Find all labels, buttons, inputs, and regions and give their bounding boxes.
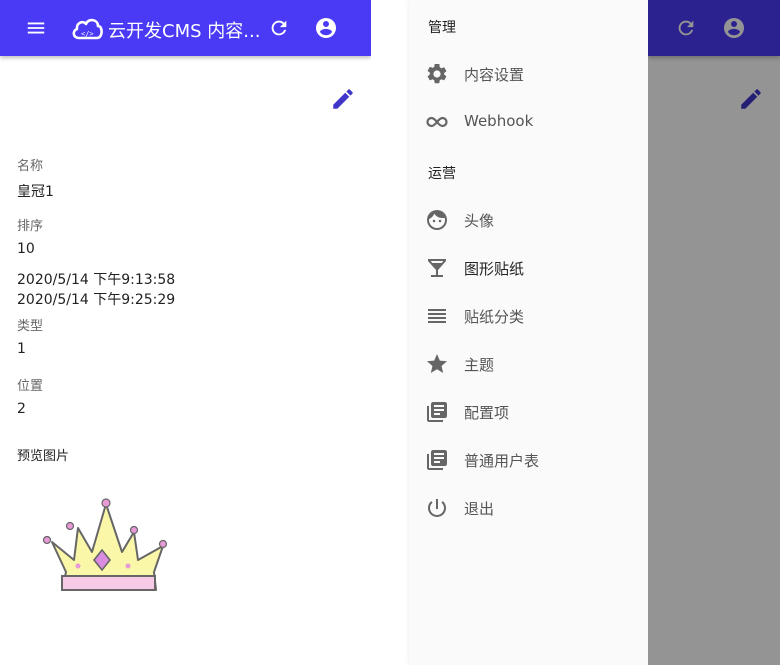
drawer-item-label: 主题 (464, 356, 495, 374)
power-icon (428, 499, 446, 517)
pencil-icon (741, 89, 761, 109)
drawer-item-theme[interactable]: 主题 (409, 340, 648, 388)
refresh-icon (678, 20, 694, 36)
cloud-logo-icon: </> (72, 18, 103, 40)
field-value-position: 2 (17, 401, 26, 417)
infinity-icon (426, 116, 448, 128)
pencil-icon (333, 89, 353, 109)
drawer-item-label: 内容设置 (464, 66, 525, 84)
drawer-item-graphic-stickers[interactable]: 图形贴纸 (409, 244, 648, 292)
account-circle-icon (724, 18, 744, 38)
account-button-background (718, 12, 750, 44)
field-label-position: 位置 (17, 379, 44, 394)
field-label-order: 排序 (17, 219, 44, 234)
library-books-icon (427, 402, 447, 422)
drawer-item-sticker-categories[interactable]: 贴纸分类 (409, 292, 648, 340)
gear-icon (427, 63, 447, 84)
field-value-order: 10 (17, 241, 35, 257)
drawer-item-label: 图形贴纸 (464, 260, 525, 278)
section-header-operations: 运营 (428, 166, 456, 182)
edit-button-background (738, 86, 764, 112)
refresh-icon (271, 20, 287, 36)
account-button[interactable] (310, 12, 342, 44)
drawer-item-label: Webhook (464, 112, 534, 130)
drawer-item-label: 头像 (464, 212, 495, 230)
preview-label: 预览图片 (17, 449, 70, 464)
detail-pane: </> 云开发CMS 内容... 名称 皇冠1 排序 10 2020/5/14 … (0, 0, 371, 665)
account-circle-icon (316, 18, 336, 38)
refresh-button-background (670, 12, 702, 44)
edit-button[interactable] (330, 86, 356, 112)
field-label-type: 类型 (17, 319, 44, 334)
drawer-item-label: 贴纸分类 (464, 308, 525, 326)
star-icon (427, 354, 447, 373)
crown-preview-image (42, 498, 168, 591)
refresh-button[interactable] (263, 12, 295, 44)
drawer-item-config[interactable]: 配置项 (409, 388, 648, 436)
updated-timestamp: 2020/5/14 下午9:25:29 (17, 292, 176, 308)
panel-gap (371, 0, 409, 665)
field-label-name: 名称 (17, 159, 44, 174)
library-books-icon (427, 450, 447, 470)
section-header-manage: 管理 (428, 20, 456, 36)
drawer-item-webhook[interactable]: Webhook (409, 98, 648, 146)
menu-button[interactable] (20, 12, 52, 44)
cocktail-icon (428, 259, 446, 277)
app-bar-background (648, 0, 780, 56)
created-timestamp: 2020/5/14 下午9:13:58 (17, 272, 176, 288)
background-pane (648, 0, 780, 665)
app-title: 云开发CMS 内容... (108, 21, 261, 42)
app-bar: </> 云开发CMS 内容... (0, 0, 371, 56)
face-icon (427, 210, 447, 230)
drawer-item-label: 退出 (464, 500, 495, 518)
drawer-item-content-settings[interactable]: 内容设置 (409, 50, 648, 98)
drawer-item-users-table[interactable]: 普通用户表 (409, 436, 648, 484)
svg-text:</>: </> (81, 30, 94, 38)
navigation-drawer: 管理 内容设置 Webhook 运营 头像 图形贴纸 贴纸分类 主题 配置项 普… (409, 0, 648, 665)
drawer-item-avatar[interactable]: 头像 (409, 196, 648, 244)
field-value-name: 皇冠1 (17, 184, 54, 200)
drawer-item-logout[interactable]: 退出 (409, 484, 648, 532)
drawer-item-label: 普通用户表 (464, 452, 540, 470)
drawer-item-label: 配置项 (464, 404, 510, 422)
menu-icon (27, 22, 45, 34)
list-lines-icon (428, 309, 446, 323)
field-value-type: 1 (17, 341, 26, 357)
